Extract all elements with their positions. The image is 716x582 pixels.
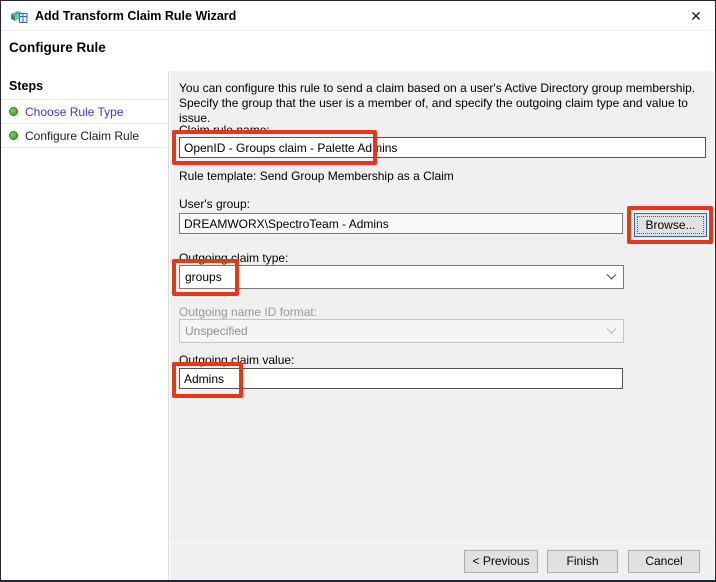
step-complete-icon (9, 107, 18, 116)
chevron-down-icon (607, 323, 617, 333)
step-complete-icon (9, 131, 18, 140)
outgoing-claim-value-input[interactable] (179, 368, 623, 389)
sidebar-item-configure-claim-rule[interactable]: Configure Claim Rule (1, 124, 168, 148)
steps-heading: Steps (1, 71, 168, 100)
title-bar: Add Transform Claim Rule Wizard ✕ (1, 1, 715, 31)
step-label: Configure Claim Rule (25, 129, 139, 143)
steps-sidebar: Steps Choose Rule Type Configure Claim R… (1, 71, 169, 580)
sidebar-item-choose-rule-type[interactable]: Choose Rule Type (1, 100, 168, 124)
outgoing-claim-type-select[interactable]: groups (179, 265, 624, 289)
rule-template-text: Rule template: Send Group Membership as … (179, 169, 454, 183)
outgoing-claim-value-label: Outgoing claim value: (179, 353, 294, 367)
chevron-down-icon (607, 269, 617, 279)
close-button[interactable]: ✕ (685, 5, 707, 27)
rule-description: You can configure this rule to send a cl… (179, 81, 709, 126)
outgoing-name-id-format-value: Unspecified (185, 324, 248, 338)
window-title: Add Transform Claim Rule Wizard (35, 9, 236, 23)
outgoing-claim-type-value: groups (185, 270, 222, 284)
page-title: Configure Rule (9, 40, 106, 55)
configure-rule-panel: You can configure this rule to send a cl… (170, 71, 714, 580)
wizard-window: Add Transform Claim Rule Wizard ✕ Config… (0, 0, 716, 582)
close-icon: ✕ (690, 8, 702, 24)
claim-rule-name-input[interactable] (179, 137, 706, 158)
step-label: Choose Rule Type (25, 105, 124, 119)
outgoing-name-id-format-label: Outgoing name ID format: (179, 305, 317, 319)
outgoing-claim-type-label: Outgoing claim type: (179, 251, 288, 265)
previous-button[interactable]: < Previous (464, 550, 538, 573)
claim-rule-name-label: Claim rule name: (179, 123, 270, 137)
wizard-app-icon (10, 8, 28, 24)
outgoing-name-id-format-select: Unspecified (179, 319, 624, 343)
users-group-label: User's group: (179, 197, 250, 211)
cancel-button[interactable]: Cancel (628, 550, 700, 573)
users-group-input[interactable] (179, 213, 623, 234)
footer-separator (170, 542, 714, 543)
finish-button[interactable]: Finish (547, 550, 618, 573)
browse-button[interactable]: Browse... (634, 213, 707, 237)
